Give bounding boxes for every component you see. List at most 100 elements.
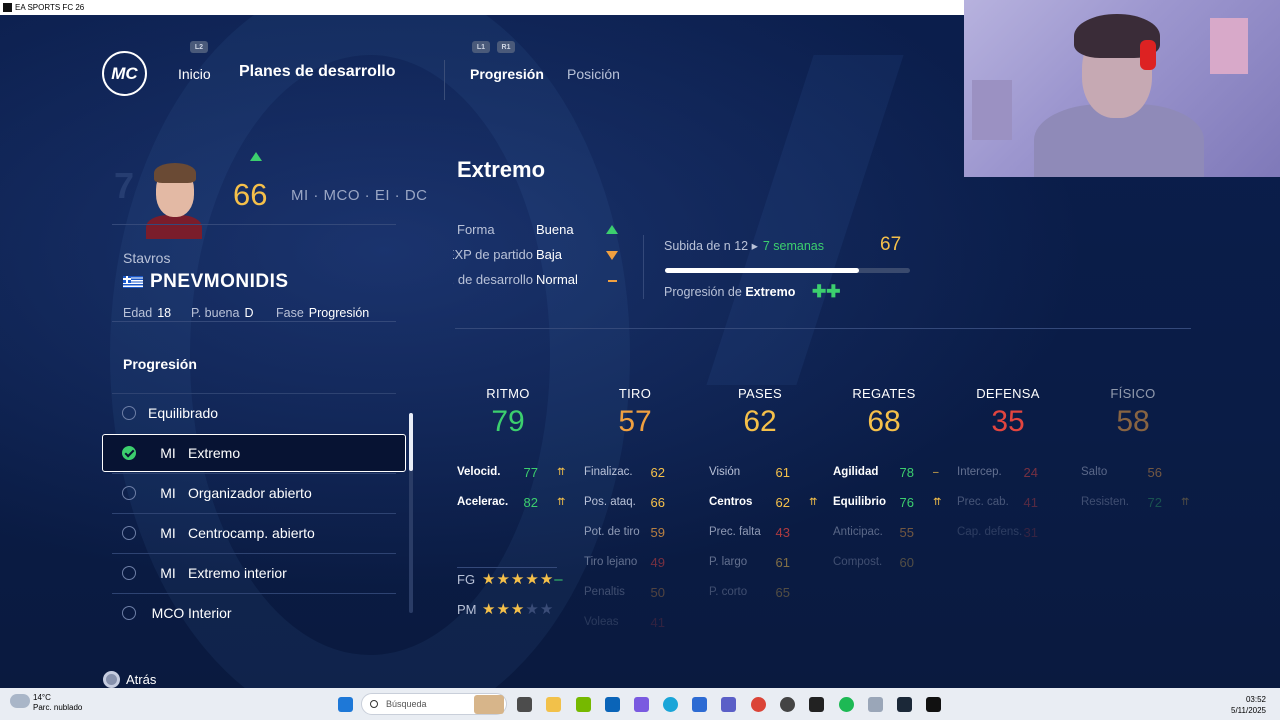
- substat-value: 60: [899, 555, 914, 570]
- role-item[interactable]: MI Extremo interior: [112, 553, 396, 591]
- role-name: Interior: [188, 604, 232, 621]
- r1-button-hint: R1: [497, 41, 515, 53]
- radio-icon: [122, 565, 136, 580]
- level-up-value: 67: [880, 234, 902, 255]
- skill-moves-label: PM: [457, 602, 477, 617]
- role-name: Equilibrado: [148, 404, 219, 421]
- store-icon[interactable]: [692, 697, 707, 712]
- substat-label: Centros: [709, 496, 753, 508]
- substat-value: 62: [650, 465, 665, 480]
- role-item[interactable]: MI Centrocamp. abierto: [112, 513, 396, 551]
- radio-icon: [122, 485, 136, 500]
- substat-value: 59: [650, 525, 665, 540]
- role-title: Extremo: [457, 157, 546, 182]
- star-icon: ★: [525, 571, 540, 588]
- role-position: MI: [160, 524, 176, 541]
- bonif-label: Bonif. de desarrollo: [453, 272, 533, 287]
- stat-category-value: 35: [991, 405, 1025, 438]
- radio-icon: [122, 525, 136, 540]
- nav-inicio[interactable]: Inicio: [178, 66, 211, 82]
- back-button[interactable]: Atrás: [103, 671, 156, 688]
- substat-label: Prec. cab.: [957, 496, 1009, 508]
- player-age: Edad 18: [123, 306, 172, 320]
- double-up-chevron-icon: ⇈: [1181, 497, 1190, 508]
- role-item[interactable]: MI Organizador abierto: [112, 473, 396, 511]
- greece-flag-icon: [123, 276, 143, 288]
- player-preferred-foot: P. buena D: [191, 306, 254, 320]
- star-icon: ★: [539, 571, 555, 588]
- stat-category-value: 68: [867, 405, 901, 438]
- mc-logo: MC: [102, 51, 147, 96]
- window-title: EA SPORTS FC 26: [15, 3, 85, 12]
- progression-section-title: Progresión: [123, 356, 197, 372]
- bonif-neutral-icon: [608, 280, 617, 282]
- pen-app-icon[interactable]: [868, 697, 883, 712]
- substat-label: Tiro lejano: [584, 556, 638, 568]
- player-first-name: Stavros: [123, 250, 171, 266]
- nav-divider: [444, 60, 445, 100]
- steam-icon[interactable]: [897, 697, 912, 712]
- spotify-icon[interactable]: [839, 697, 854, 712]
- file-explorer-icon[interactable]: [546, 697, 561, 712]
- substat-value: 62: [775, 495, 790, 510]
- substat-value: 61: [775, 465, 790, 480]
- forma-value: Buena: [536, 222, 574, 237]
- clock[interactable]: 03:52 5/11/2025: [1231, 694, 1266, 716]
- star-icon: ★: [482, 601, 497, 618]
- l2-button-hint: L2: [190, 41, 208, 53]
- mm-app-icon[interactable]: [809, 697, 824, 712]
- exp-value: Baja: [536, 247, 563, 262]
- tab-posicion[interactable]: Posición: [567, 66, 620, 82]
- role-list-scroll-thumb[interactable]: [409, 413, 413, 471]
- forma-label: Forma: [457, 222, 495, 237]
- player-last-name: PNEVMONIDIS: [150, 271, 289, 292]
- role-item[interactable]: Equilibrado: [112, 393, 396, 431]
- stat-category-label: RITMO: [486, 386, 530, 401]
- neutral-dash-icon: –: [554, 571, 564, 588]
- player-ovr: 66: [233, 177, 268, 212]
- weak-foot-stars: ★★★★★–: [482, 570, 564, 588]
- edge-icon[interactable]: [663, 697, 678, 712]
- stat-category-value: 79: [491, 405, 525, 438]
- ovr-up-arrow-icon: [250, 152, 262, 161]
- star-icon: ★: [496, 571, 511, 588]
- role-name: Centrocamp. abierto: [188, 524, 315, 541]
- role-position: MI: [160, 564, 176, 581]
- stat-category-label: DEFENSA: [976, 386, 1040, 401]
- copilot-icon[interactable]: [634, 697, 649, 712]
- substat-label: Acelerac.: [457, 496, 509, 508]
- exp-label: EXP de partido: [453, 247, 533, 262]
- substat-label: Agilidad: [833, 466, 879, 478]
- outlook-icon[interactable]: [605, 697, 620, 712]
- substat-label: P. corto: [709, 586, 748, 598]
- divider: [112, 321, 396, 322]
- search-icon: [370, 700, 378, 708]
- tab-progresion[interactable]: Progresión: [470, 66, 544, 82]
- task-view-icon[interactable]: [517, 697, 532, 712]
- teams-icon[interactable]: [721, 697, 736, 712]
- role-item[interactable]: MCO Interior: [112, 593, 396, 631]
- star-icon: ★: [482, 571, 497, 588]
- substat-value: 41: [650, 615, 665, 630]
- cloud-icon: [10, 694, 30, 708]
- app-icon[interactable]: [780, 697, 795, 712]
- substat-label: Voleas: [584, 616, 619, 628]
- nvidia-icon[interactable]: [576, 697, 591, 712]
- player-phase: Fase Progresión: [276, 306, 370, 320]
- substat-value: 31: [1023, 525, 1038, 540]
- substat-value: 61: [775, 555, 790, 570]
- substat-value: 72: [1147, 495, 1162, 510]
- star-icon: ★: [525, 601, 540, 618]
- substat-label: Resisten.: [1081, 496, 1129, 508]
- windows-start-icon[interactable]: [338, 697, 353, 712]
- substat-label: Salto: [1081, 466, 1108, 478]
- double-up-chevron-icon: ⇈: [809, 497, 818, 508]
- role-item[interactable]: MI Extremo: [102, 434, 406, 472]
- progression-role: Progresión de Extremo: [664, 285, 796, 299]
- substat-value: 56: [1147, 465, 1162, 480]
- chrome-icon[interactable]: [751, 697, 766, 712]
- ea-fc-icon[interactable]: [926, 697, 941, 712]
- role-position: MI: [160, 445, 176, 461]
- substat-value: 76: [899, 495, 914, 510]
- circle-button-icon: [103, 671, 120, 688]
